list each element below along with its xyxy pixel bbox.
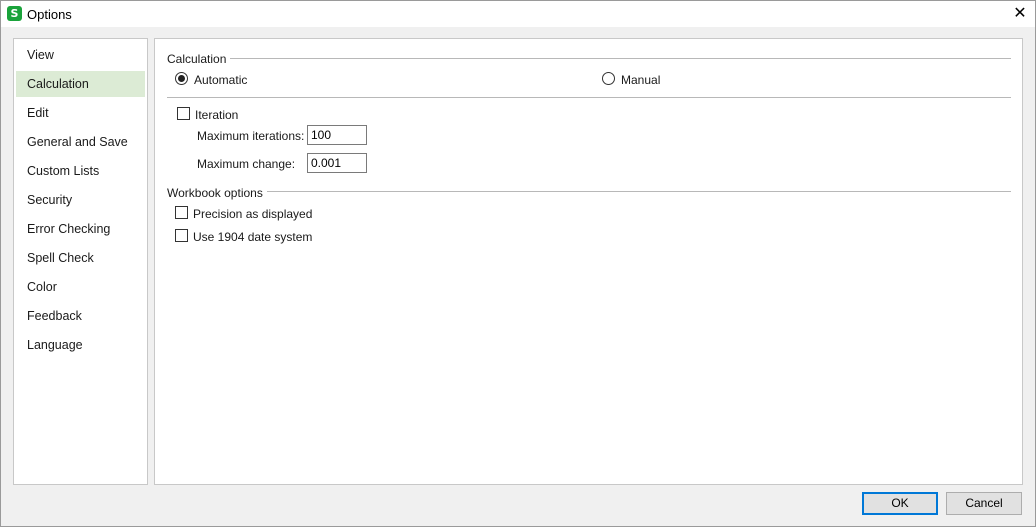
sidebar-item-color[interactable]: Color [16, 274, 145, 300]
iteration-divider [167, 97, 1011, 98]
close-button[interactable]: ✕ [1005, 1, 1035, 27]
sidebar-item-general-and-save[interactable]: General and Save [16, 129, 145, 155]
calculation-section-title: Calculation [167, 52, 231, 66]
sidebar-item-edit[interactable]: Edit [16, 100, 145, 126]
calculation-divider [227, 58, 1011, 59]
sidebar-item-view[interactable]: View [16, 42, 145, 68]
sidebar-item-feedback[interactable]: Feedback [16, 303, 145, 329]
options-content-panel: Calculation Automatic Manual Iteration M… [154, 38, 1023, 485]
precision-label: Precision as displayed [193, 207, 313, 221]
automatic-label: Automatic [194, 73, 248, 87]
cancel-button[interactable]: Cancel [946, 492, 1022, 515]
sidebar-item-security[interactable]: Security [16, 187, 145, 213]
max-change-label: Maximum change: [197, 157, 296, 171]
title-bar: S Options ✕ [1, 1, 1035, 27]
ok-button[interactable]: OK [862, 492, 938, 515]
date1904-checkbox[interactable] [175, 229, 188, 242]
sidebar-item-spell-check[interactable]: Spell Check [16, 245, 145, 271]
max-change-input[interactable] [307, 153, 367, 173]
options-sidebar: View Calculation Edit General and Save C… [13, 38, 148, 485]
manual-label: Manual [621, 73, 661, 87]
precision-checkbox[interactable] [175, 206, 188, 219]
max-iterations-input[interactable] [307, 125, 367, 145]
date1904-label: Use 1904 date system [193, 230, 313, 244]
automatic-radio[interactable] [175, 72, 188, 85]
sidebar-item-language[interactable]: Language [16, 332, 145, 358]
max-iterations-label: Maximum iterations: [197, 129, 305, 143]
iteration-checkbox[interactable] [177, 107, 190, 120]
sidebar-item-custom-lists[interactable]: Custom Lists [16, 158, 145, 184]
options-dialog: S Options ✕ View Calculation Edit Genera… [0, 0, 1036, 527]
app-icon: S [7, 6, 22, 21]
workbook-section-title: Workbook options [167, 186, 267, 200]
sidebar-item-calculation[interactable]: Calculation [16, 71, 145, 97]
iteration-label: Iteration [195, 108, 239, 122]
manual-radio[interactable] [602, 72, 615, 85]
sidebar-item-error-checking[interactable]: Error Checking [16, 216, 145, 242]
workbook-divider [267, 191, 1011, 192]
window-title: Options [27, 7, 72, 22]
